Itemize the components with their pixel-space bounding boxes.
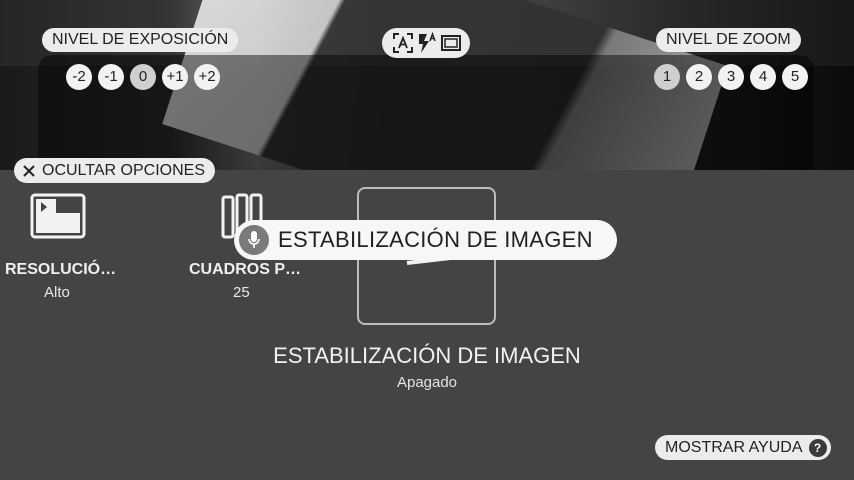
close-icon (23, 164, 35, 177)
zoom-level-selected[interactable]: 1 (654, 64, 680, 90)
flash-auto-icon[interactable] (416, 32, 438, 54)
zoom-level[interactable]: 4 (750, 64, 776, 90)
frames-label[interactable]: CUADROS P… (189, 261, 301, 279)
microphone-icon (239, 225, 269, 255)
hide-options-button[interactable]: OCULTAR OPCIONES (14, 158, 215, 183)
voice-hint-toast: ESTABILIZACIÓN DE IMAGEN (234, 220, 617, 260)
exposure-level[interactable]: +1 (162, 64, 188, 90)
zoom-level[interactable]: 5 (782, 64, 808, 90)
resolution-label[interactable]: RESOLUCIÓ… (5, 261, 116, 279)
stabilization-title: ESTABILIZACIÓN DE IMAGEN (273, 343, 581, 368)
frames-value: 25 (233, 284, 250, 301)
resolution-icon[interactable] (30, 193, 86, 239)
zoom-level[interactable]: 2 (686, 64, 712, 90)
zoom-label: NIVEL DE ZOOM (656, 28, 801, 52)
resolution-value: Alto (44, 284, 70, 301)
aspect-ratio-icon[interactable] (440, 32, 462, 54)
show-help-button[interactable]: MOSTRAR AYUDA ? (655, 435, 831, 460)
exposure-label: NIVEL DE EXPOSICIÓN (42, 28, 239, 52)
exposure-level[interactable]: -2 (66, 64, 92, 90)
show-help-label: MOSTRAR AYUDA (665, 438, 803, 456)
exposure-level[interactable]: -1 (98, 64, 124, 90)
exposure-level-selected[interactable]: 0 (130, 64, 156, 90)
exposure-level[interactable]: +2 (194, 64, 220, 90)
zoom-level[interactable]: 3 (718, 64, 744, 90)
stabilization-value: Apagado (396, 374, 458, 391)
hide-options-label: OCULTAR OPCIONES (42, 162, 205, 179)
voice-hint-text: ESTABILIZACIÓN DE IMAGEN (278, 227, 593, 252)
quick-settings-pill (382, 28, 470, 58)
auto-focus-icon[interactable] (392, 32, 414, 54)
help-icon: ? (808, 438, 827, 457)
